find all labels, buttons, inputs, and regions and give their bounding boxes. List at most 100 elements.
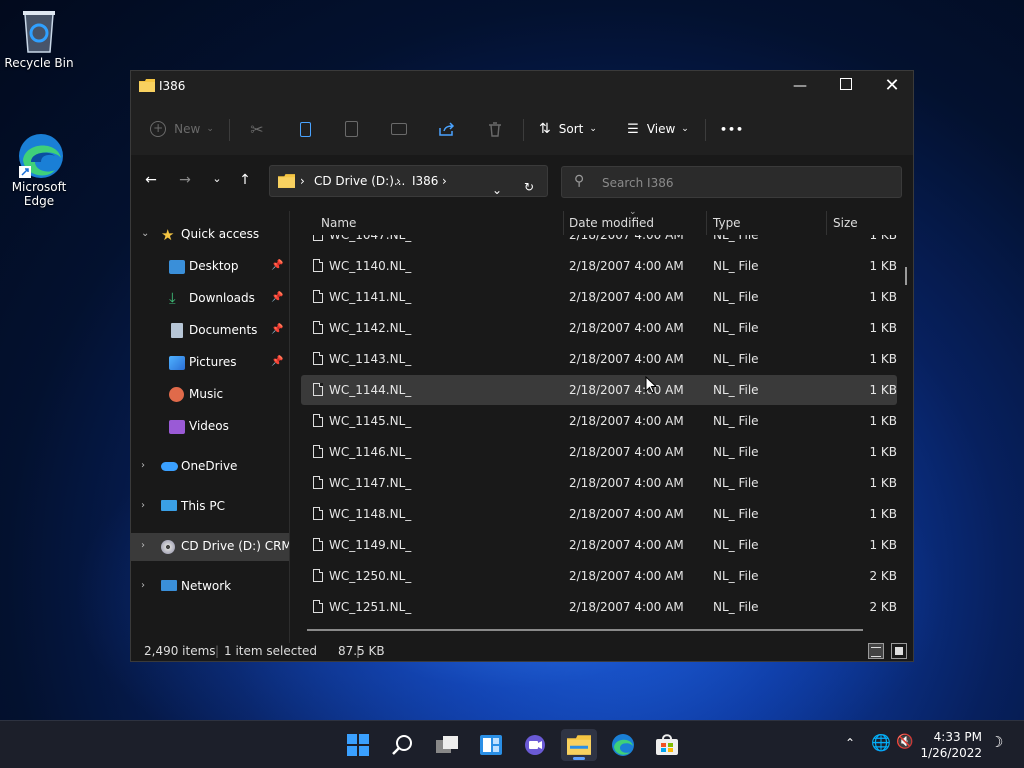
details-view-button[interactable] [868, 643, 884, 659]
sort-button[interactable]: ⇅ Sort ⌄ [535, 113, 601, 145]
column-name[interactable]: Name [321, 216, 356, 230]
rename-button[interactable] [387, 113, 411, 145]
column-divider[interactable] [563, 211, 564, 235]
file-type: NL_ File [713, 569, 759, 583]
start-button[interactable] [340, 729, 376, 761]
file-row[interactable]: WC_1047.NL_ 2/18/2007 4:00 AM NL_ File 1 KB [301, 235, 897, 250]
chat-icon [525, 735, 545, 755]
file-size: 1 KB [869, 476, 897, 490]
share-button[interactable] [435, 113, 459, 145]
search-button[interactable] [385, 729, 421, 761]
sidebar-item-pictures[interactable]: Pictures 📌 [131, 349, 289, 377]
sidebar-item-downloads[interactable]: ⤓ Downloads 📌 [131, 285, 289, 313]
file-type: NL_ File [713, 383, 759, 397]
sidebar-item-videos[interactable]: Videos [131, 413, 289, 441]
column-divider[interactable] [706, 211, 707, 235]
file-row[interactable]: WC_1144.NL_ 2/18/2007 4:00 AM NL_ File 1 KB [301, 375, 897, 405]
show-hidden-icons-button[interactable]: ⌃ [845, 736, 855, 750]
file-row[interactable]: WC_1148.NL_ 2/18/2007 4:00 AM NL_ File 1 KB [301, 499, 897, 529]
breadcrumb-cd-drive[interactable]: CD Drive (D:)... [314, 174, 405, 188]
file-date-modified: 2/18/2007 4:00 AM [569, 321, 684, 335]
column-header: Name ⌄ Date modified Type Size [301, 207, 901, 235]
file-row[interactable]: WC_1143.NL_ 2/18/2007 4:00 AM NL_ File 1 KB [301, 344, 897, 374]
trash-icon [489, 121, 501, 137]
chat-button[interactable] [517, 729, 553, 761]
recent-locations-button[interactable]: ⌄ [205, 172, 229, 194]
search-box[interactable]: ⚲ [561, 166, 902, 198]
file-icon [313, 569, 323, 582]
file-size: 1 KB [869, 383, 897, 397]
notifications-button[interactable]: ☽ [990, 733, 1003, 751]
file-row[interactable]: WC_1147.NL_ 2/18/2007 4:00 AM NL_ File 1 KB [301, 468, 897, 498]
file-size: 1 KB [869, 507, 897, 521]
toolbar-divider [229, 119, 230, 141]
column-date-modified[interactable]: Date modified [569, 216, 654, 230]
sidebar-item-network[interactable]: › Network [131, 573, 289, 601]
task-view-button[interactable] [429, 729, 465, 761]
file-row[interactable]: WC_1140.NL_ 2/18/2007 4:00 AM NL_ File 1 KB [301, 251, 897, 281]
search-icon: ⚲ [574, 173, 585, 189]
breadcrumb-i386[interactable]: I386 [412, 174, 438, 188]
file-name: WC_1144.NL_ [329, 383, 412, 397]
sidebar-item-music[interactable]: Music [131, 381, 289, 409]
delete-button[interactable] [483, 113, 507, 145]
item-count: 2,490 items [144, 644, 216, 658]
sidebar-item-desktop[interactable]: Desktop 📌 [131, 253, 289, 281]
file-type: NL_ File [713, 352, 759, 366]
file-row[interactable]: WC_1145.NL_ 2/18/2007 4:00 AM NL_ File 1 KB [301, 406, 897, 436]
file-name: WC_1047.NL_ [329, 235, 412, 242]
large-icons-view-button[interactable] [891, 643, 907, 659]
chevron-right-icon: › [141, 500, 145, 511]
column-divider[interactable] [826, 211, 827, 235]
file-row[interactable]: WC_1251.NL_ 2/18/2007 4:00 AM NL_ File 2 KB [301, 592, 897, 622]
view-button[interactable]: ☰ View ⌄ [625, 113, 691, 145]
title-bar[interactable]: I386 — ✕ [131, 71, 913, 103]
address-bar[interactable]: › CD Drive (D:)... › I386 › ⌄ ↻ [269, 165, 548, 197]
cut-button[interactable]: ✂ [245, 113, 269, 145]
column-type[interactable]: Type [713, 216, 741, 230]
sidebar-item-onedrive[interactable]: › OneDrive [131, 453, 289, 481]
command-bar: + New ⌄ ✂ ⇅ Sort ⌄ ☰ View ⌄ ••• [131, 103, 913, 155]
volume-tray-button[interactable]: 🔇 [896, 734, 913, 750]
network-tray-button[interactable]: 🌐 [871, 733, 891, 752]
download-icon: ⤓ [169, 289, 176, 307]
up-button[interactable]: ↑ [233, 172, 257, 194]
new-button[interactable]: + New ⌄ [149, 113, 215, 145]
file-row[interactable]: WC_1141.NL_ 2/18/2007 4:00 AM NL_ File 1 KB [301, 282, 897, 312]
store-icon [656, 734, 678, 755]
sidebar-item-cd-drive[interactable]: › CD Drive (D:) CRMP [131, 533, 289, 561]
file-explorer-taskbar-button[interactable] [561, 729, 597, 761]
edge-taskbar-button[interactable] [605, 729, 641, 761]
globe-icon: 🌐 [871, 733, 891, 752]
file-row[interactable]: WC_1149.NL_ 2/18/2007 4:00 AM NL_ File 1 KB [301, 530, 897, 560]
maximize-button[interactable] [823, 71, 869, 101]
desktop-icon-recycle-bin[interactable]: Recycle Bin [1, 8, 77, 70]
paste-button[interactable] [339, 113, 363, 145]
vertical-scrollbar[interactable] [905, 267, 907, 285]
more-options-button[interactable]: ••• [719, 113, 745, 145]
close-button[interactable]: ✕ [869, 71, 915, 101]
horizontal-scrollbar[interactable] [307, 629, 863, 631]
clock[interactable]: 4:33 PM 1/26/2022 [912, 729, 982, 761]
widgets-button[interactable] [473, 729, 509, 761]
sidebar-item-documents[interactable]: Documents 📌 [131, 317, 289, 345]
search-input[interactable] [600, 173, 884, 193]
status-divider: | [356, 644, 361, 658]
column-size[interactable]: Size [833, 216, 858, 230]
back-button[interactable]: ← [139, 172, 163, 194]
file-name: WC_1145.NL_ [329, 414, 412, 428]
file-row[interactable]: WC_1142.NL_ 2/18/2007 4:00 AM NL_ File 1 KB [301, 313, 897, 343]
sidebar-item-label: CD Drive (D:) CRMP [181, 539, 289, 553]
desktop-icon-edge[interactable]: Microsoft Edge [1, 104, 77, 222]
forward-button[interactable]: → [173, 172, 197, 194]
store-taskbar-button[interactable] [649, 729, 685, 761]
file-row[interactable]: WC_1146.NL_ 2/18/2007 4:00 AM NL_ File 1 KB [301, 437, 897, 467]
moon-icon: ☽ [990, 733, 1004, 751]
sidebar-item-quick-access[interactable]: ⌄ ★ Quick access [131, 221, 289, 249]
mouse-cursor-icon [645, 376, 657, 394]
sidebar-item-this-pc[interactable]: › This PC [131, 493, 289, 521]
file-row[interactable]: WC_1250.NL_ 2/18/2007 4:00 AM NL_ File 2 KB [301, 561, 897, 591]
minimize-button[interactable]: — [777, 71, 823, 101]
pane-splitter[interactable] [289, 211, 290, 643]
copy-button[interactable] [293, 113, 317, 145]
